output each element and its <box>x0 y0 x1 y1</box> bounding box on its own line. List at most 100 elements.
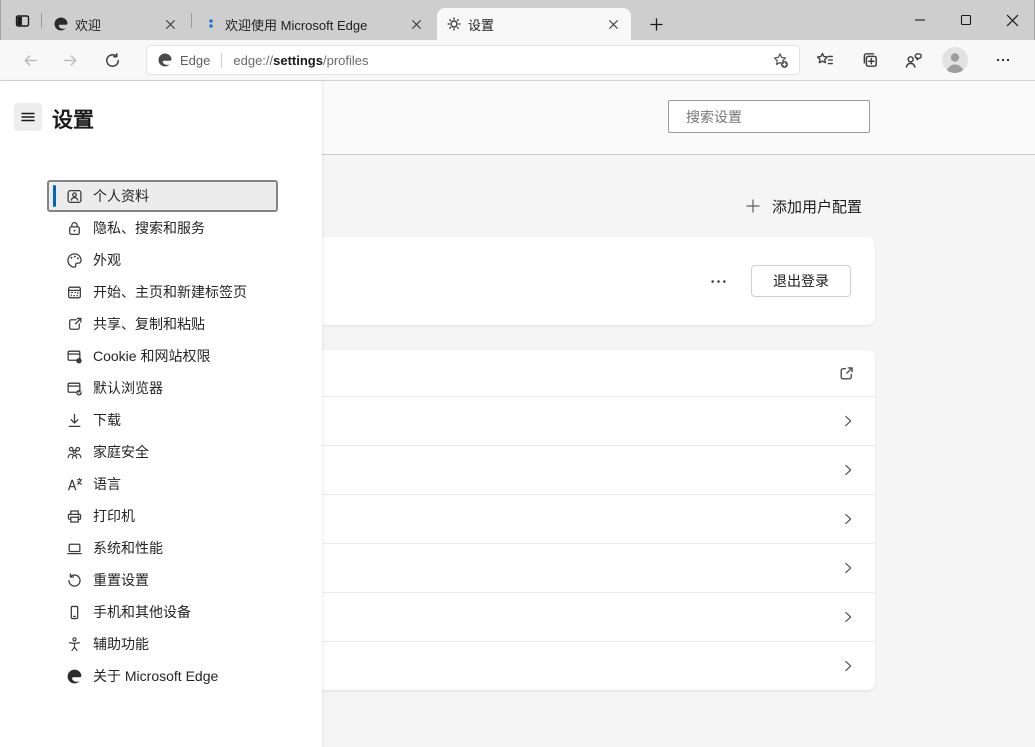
profile-card-icon <box>66 188 83 205</box>
sign-out-button[interactable]: 退出登录 <box>751 265 851 297</box>
minimize-button[interactable] <box>897 0 943 40</box>
tab-separator <box>41 13 42 28</box>
profile-avatar-button[interactable] <box>941 46 969 74</box>
page-title: 设置 <box>52 104 94 134</box>
tab-welcome[interactable]: 欢迎 <box>44 8 188 40</box>
maximize-icon <box>960 14 972 26</box>
family-safety-icon <box>66 444 83 461</box>
nav-item-label: 系统和性能 <box>93 538 163 558</box>
nav-item-default-browser[interactable]: 默认浏览器 <box>47 372 278 404</box>
nav-item-label: 共享、复制和粘贴 <box>93 314 205 334</box>
nav-item-label: 个人资料 <box>93 186 149 206</box>
nav-item-label: 隐私、搜索和服务 <box>93 218 205 238</box>
chevron-right-icon <box>841 512 855 526</box>
close-icon <box>1006 14 1019 27</box>
printer-icon <box>66 508 83 525</box>
edge-logo-icon <box>157 52 173 68</box>
nav-item-label: 开始、主页和新建标签页 <box>93 282 247 302</box>
feedback-button[interactable] <box>899 46 927 74</box>
nav-item-system-performance[interactable]: 系统和性能 <box>47 532 278 564</box>
blue-dots-icon <box>203 16 219 32</box>
settings-and-more-button[interactable] <box>989 46 1017 74</box>
nav-item-share-copy-paste[interactable]: 共享、复制和粘贴 <box>47 308 278 340</box>
settings-nav: 个人资料 隐私、搜索和服务 外观 <box>47 180 278 692</box>
phone-devices-icon <box>66 604 83 621</box>
close-button[interactable] <box>989 0 1035 40</box>
nav-item-privacy[interactable]: 隐私、搜索和服务 <box>47 212 278 244</box>
new-tab-plus-icon <box>649 17 664 32</box>
chevron-right-icon <box>841 414 855 428</box>
nav-item-label: 默认浏览器 <box>93 378 163 398</box>
tab-close-icon[interactable] <box>604 15 622 33</box>
edge-logo-icon <box>53 16 69 32</box>
nav-item-label: 重置设置 <box>93 570 149 590</box>
settings-search-input[interactable] <box>686 109 867 125</box>
nav-item-label: 辅助功能 <box>93 634 149 654</box>
avatar-icon <box>941 46 969 74</box>
downloads-icon <box>66 412 83 429</box>
nav-item-languages[interactable]: 语言 <box>47 468 278 500</box>
tab-close-icon[interactable] <box>161 15 179 33</box>
nav-item-printers[interactable]: 打印机 <box>47 500 278 532</box>
add-favorite-button[interactable] <box>767 47 793 73</box>
tab-actions-menu-button[interactable] <box>9 10 35 32</box>
favorites-star-list-icon <box>816 51 834 69</box>
nav-item-label: 关于 Microsoft Edge <box>93 666 218 686</box>
nav-item-cookies-permissions[interactable]: Cookie 和网站权限 <box>47 340 278 372</box>
star-add-icon <box>772 52 789 69</box>
tab-close-icon[interactable] <box>407 15 425 33</box>
settings-nav-panel: 设置 个人资料 隐私、搜索和服务 <box>0 81 322 747</box>
settings-page: 添加用户配置 退出登录 <box>0 81 1035 747</box>
nav-item-downloads[interactable]: 下载 <box>47 404 278 436</box>
accessibility-icon <box>66 636 83 653</box>
refresh-button[interactable] <box>98 46 126 74</box>
collections-button[interactable] <box>856 46 884 74</box>
tab-settings[interactable]: 设置 <box>437 8 631 40</box>
settings-search-box[interactable] <box>668 100 870 133</box>
nav-item-appearance[interactable]: 外观 <box>47 244 278 276</box>
favorites-button[interactable] <box>811 46 839 74</box>
tab-welcome-to-edge[interactable]: 欢迎使用 Microsoft Edge <box>194 8 434 40</box>
address-bar[interactable]: Edge edge://settings/profiles <box>146 45 800 75</box>
url-path: /profiles <box>323 53 369 68</box>
languages-icon <box>66 476 83 493</box>
nav-item-start-home-newtab[interactable]: 开始、主页和新建标签页 <box>47 276 278 308</box>
nav-item-profiles[interactable]: 个人资料 <box>47 180 278 212</box>
site-badge-label: Edge <box>180 53 210 68</box>
tab-title: 设置 <box>468 15 598 34</box>
forward-arrow-icon <box>62 52 79 69</box>
chevron-right-icon <box>841 561 855 575</box>
start-home-newtab-icon <box>66 284 83 301</box>
nav-item-label: 语言 <box>93 474 121 494</box>
url-text: edge://settings/profiles <box>233 53 368 68</box>
nav-item-phone-devices[interactable]: 手机和其他设备 <box>47 596 278 628</box>
nav-item-accessibility[interactable]: 辅助功能 <box>47 628 278 660</box>
default-browser-icon <box>66 380 83 397</box>
gear-icon <box>446 16 462 32</box>
new-tab-button[interactable] <box>644 12 668 36</box>
back-button[interactable] <box>16 46 44 74</box>
address-separator <box>221 53 222 68</box>
profile-more-button[interactable] <box>704 267 732 295</box>
nav-item-reset-settings[interactable]: 重置设置 <box>47 564 278 596</box>
edge-logo-icon <box>66 668 83 685</box>
maximize-button[interactable] <box>943 0 989 40</box>
nav-item-about-edge[interactable]: 关于 Microsoft Edge <box>47 660 278 692</box>
nav-item-family-safety[interactable]: 家庭安全 <box>47 436 278 468</box>
back-arrow-icon <box>22 52 39 69</box>
external-link-icon <box>838 365 855 382</box>
reset-icon <box>66 572 83 589</box>
browser-window: 欢迎 欢迎使用 Microsoft Edge 设置 <box>0 0 1035 747</box>
forward-button[interactable] <box>56 46 84 74</box>
chevron-right-icon <box>841 610 855 624</box>
nav-item-label: 家庭安全 <box>93 442 149 462</box>
add-profile-button[interactable]: 添加用户配置 <box>745 193 862 219</box>
nav-item-label: 手机和其他设备 <box>93 602 191 622</box>
more-horizontal-icon <box>710 273 727 290</box>
menu-toggle-button[interactable] <box>14 103 42 131</box>
tab-title: 欢迎 <box>75 15 155 34</box>
share-copy-paste-icon <box>66 316 83 333</box>
privacy-lock-icon <box>66 220 83 237</box>
url-scheme: edge:// <box>233 53 273 68</box>
add-profile-label: 添加用户配置 <box>772 196 862 217</box>
